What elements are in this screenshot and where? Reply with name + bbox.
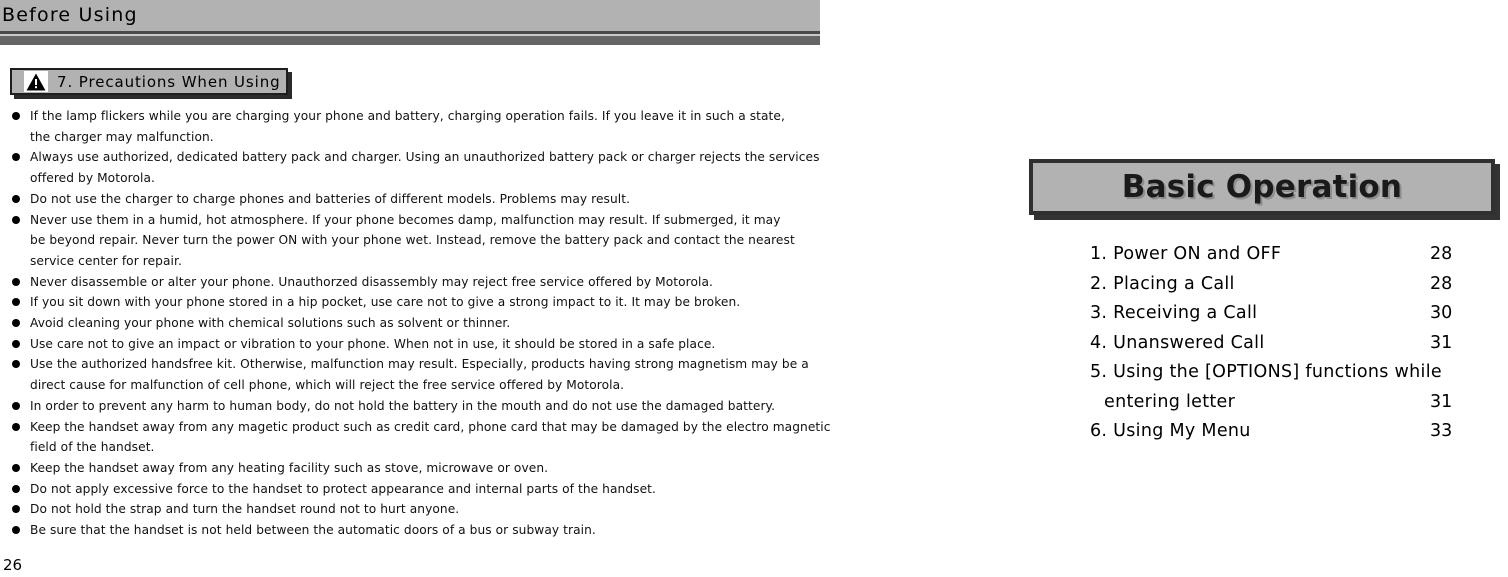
chapter-title-panel: Basic Operation	[1029, 159, 1500, 220]
precaution-line: Never use them in a humid, hot atmospher…	[30, 212, 781, 227]
precaution-line: Keep the handset away from any magetic p…	[30, 419, 831, 434]
page-number: 26	[3, 556, 23, 574]
precaution-line: field of the handset.	[30, 440, 155, 455]
precaution-line: be beyond repair. Never turn the power O…	[30, 233, 795, 248]
toc-entry-page: 31	[1430, 391, 1453, 412]
bullet-icon	[12, 505, 20, 514]
precaution-item: Avoid cleaning your phone with chemical …	[8, 313, 808, 334]
bullet-icon	[12, 463, 20, 472]
precaution-line: Do not use the charger to charge phones …	[30, 191, 631, 206]
section-title-chip: 7. Precautions When Using	[10, 68, 288, 95]
toc-entry-page: 31	[1430, 332, 1453, 353]
toc-entry-page: 33	[1430, 421, 1453, 441]
bullet-icon	[12, 339, 20, 348]
precaution-line: Never disassemble or alter your phone. U…	[30, 274, 714, 289]
toc-row[interactable]: 2. Placing a Call 28	[1090, 274, 1480, 304]
toc-entry-label: 2. Placing a Call	[1090, 273, 1235, 294]
bullet-icon	[12, 401, 20, 410]
precaution-line: If you sit down with your phone stored i…	[30, 295, 741, 310]
precaution-line: offered by Motorola.	[30, 171, 155, 186]
precaution-item: Keep the handset away from any heating f…	[8, 458, 808, 479]
precaution-item: Do not use the charger to charge phones …	[8, 189, 808, 210]
bullet-icon	[12, 526, 20, 535]
precaution-item: If you sit down with your phone stored i…	[8, 292, 808, 313]
precaution-item: Keep the handset away from any magetic p…	[8, 417, 831, 458]
precaution-line: Do not apply excessive force to the hand…	[30, 481, 656, 496]
toc-entry-label: 4. Unanswered Call	[1090, 332, 1265, 353]
toc-entry-label: 1. Power ON and OFF	[1090, 244, 1282, 264]
bullet-icon	[12, 319, 20, 328]
bullet-icon	[12, 422, 20, 431]
precaution-line: Avoid cleaning your phone with chemical …	[30, 316, 511, 331]
precaution-line: Keep the handset away from any heating f…	[30, 460, 549, 475]
bullet-icon	[12, 277, 20, 286]
precaution-item: Use care not to give an impact or vibrat…	[8, 334, 808, 355]
toc-row[interactable]: 4. Unanswered Call 31	[1090, 333, 1480, 363]
precaution-item: Do not hold the strap and turn the hands…	[8, 499, 808, 520]
toc-entry-page: 28	[1430, 273, 1453, 294]
precaution-line: Use care not to give an impact or vibrat…	[30, 336, 716, 351]
toc-row[interactable]: 1. Power ON and OFF 28	[1090, 244, 1480, 274]
toc-entry-page: 28	[1430, 244, 1453, 264]
chapter-toc: 1. Power ON and OFF 28 2. Placing a Call 28…	[1090, 244, 1480, 451]
bullet-icon	[12, 298, 20, 307]
bullet-icon	[12, 194, 20, 203]
toc-entry-label: 6. Using My Menu	[1090, 421, 1251, 441]
precaution-line: direct cause for malfunction of cell pho…	[30, 378, 625, 393]
toc-entry-label: entering letter	[1104, 391, 1236, 412]
bullet-icon	[12, 112, 20, 120]
bullet-icon	[12, 215, 20, 224]
toc-entry-page: 30	[1430, 303, 1453, 323]
chapter-title-box: Basic Operation	[1029, 159, 1495, 215]
header-rule-thick	[0, 36, 820, 45]
precaution-item: Be sure that the handset is not held bet…	[8, 520, 808, 541]
precaution-line: Use the authorized handsfree kit. Otherw…	[30, 357, 809, 372]
precaution-line: In order to prevent any harm to human bo…	[30, 398, 776, 413]
precaution-item: If the lamp flickers while you are charg…	[8, 106, 808, 147]
precaution-line: If the lamp flickers while you are charg…	[30, 109, 785, 123]
bullet-icon	[12, 484, 20, 493]
toc-row[interactable]: 3. Receiving a Call 30	[1090, 303, 1480, 333]
precaution-line: service center for repair.	[30, 253, 182, 268]
precaution-item: Never disassemble or alter your phone. U…	[8, 272, 808, 293]
precaution-line: Be sure that the handset is not held bet…	[30, 523, 596, 538]
precaution-line: Always use authorized, dedicated battery…	[30, 150, 820, 165]
toc-row[interactable]: 5. Using the [OPTIONS] functions while	[1090, 362, 1480, 392]
toc-entry-label: 3. Receiving a Call	[1090, 303, 1258, 323]
precaution-item: Always use authorized, dedicated battery…	[8, 147, 820, 188]
precaution-line: the charger may malfunction.	[30, 129, 214, 144]
toc-row[interactable]: entering letter 31	[1090, 392, 1480, 422]
precaution-line: Do not hold the strap and turn the hands…	[30, 502, 460, 517]
chapter-title-text: Basic Operation	[1121, 169, 1403, 205]
precaution-item: Do not apply excessive force to the hand…	[8, 479, 808, 500]
precautions-list: If the lamp flickers while you are charg…	[8, 106, 831, 541]
section-title-label: 7. Precautions When Using	[57, 72, 281, 91]
toc-row[interactable]: 6. Using My Menu 33	[1090, 421, 1480, 451]
page-header-title: Before Using	[2, 4, 138, 26]
toc-entry-label: 5. Using the [OPTIONS] functions while	[1090, 362, 1442, 382]
precaution-item: Use the authorized handsfree kit. Otherw…	[8, 354, 809, 395]
warning-triangle-icon	[24, 71, 48, 92]
bullet-icon	[12, 153, 20, 162]
precaution-item: Never use them in a humid, hot atmospher…	[8, 210, 808, 272]
precaution-item: In order to prevent any harm to human bo…	[8, 396, 808, 417]
bullet-icon	[12, 360, 20, 369]
